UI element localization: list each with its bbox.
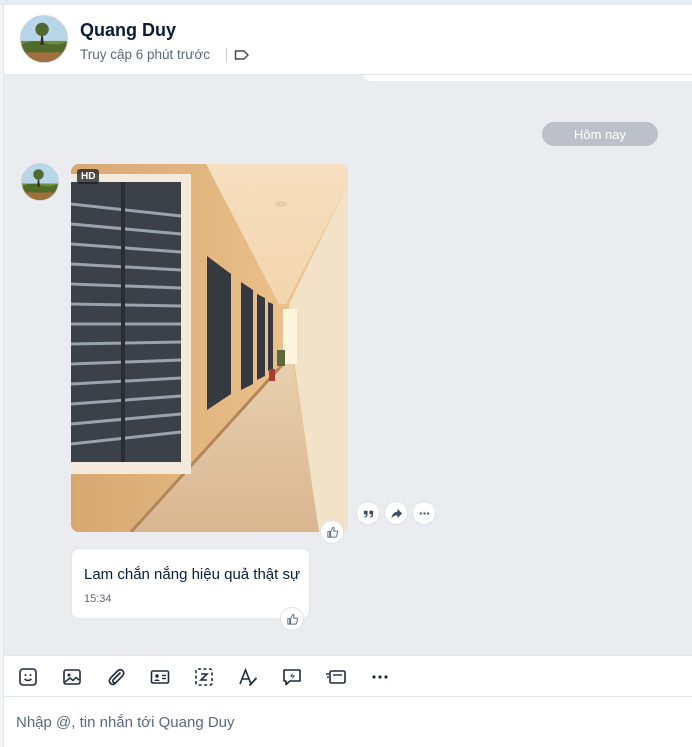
more-icon xyxy=(419,511,429,515)
message-composer xyxy=(4,698,692,747)
send-contact-card-button[interactable] xyxy=(148,665,172,689)
forward-icon xyxy=(390,508,402,518)
photo-message[interactable]: HD xyxy=(71,164,348,532)
screenshot-icon xyxy=(195,668,213,686)
forward-button[interactable] xyxy=(384,501,408,525)
composer-toolbar xyxy=(4,655,692,697)
thumbs-up-icon xyxy=(326,526,338,538)
contact-name[interactable]: Quang Duy xyxy=(80,20,176,41)
attach-file-button[interactable] xyxy=(104,665,128,689)
date-divider: Hôm nay xyxy=(542,122,658,146)
attachment-icon xyxy=(108,668,125,686)
avatar-image xyxy=(21,16,67,62)
thumbs-up-icon xyxy=(286,613,298,625)
text-message-bubble[interactable]: Lam chắn nắng hiệu quả thật sự 15:34 xyxy=(71,548,310,619)
image-icon xyxy=(63,669,81,685)
message-time: 15:34 xyxy=(84,593,112,605)
hd-badge: HD xyxy=(77,169,100,184)
card-button[interactable] xyxy=(324,665,348,689)
quote-button[interactable] xyxy=(356,501,380,525)
quick-message-button[interactable] xyxy=(280,665,304,689)
last-seen-status: Truy cập 6 phút trước xyxy=(80,47,210,62)
photo-like-button[interactable] xyxy=(320,520,344,544)
contact-avatar[interactable] xyxy=(20,15,68,63)
message-list[interactable]: Hôm nay HD Lam chắn nắng hiệu quả thật s… xyxy=(4,75,692,655)
screenshot-button[interactable] xyxy=(192,665,216,689)
text-format-icon xyxy=(239,667,257,686)
tag-icon[interactable] xyxy=(233,46,251,64)
chat-notch xyxy=(364,75,692,81)
corridor-photo xyxy=(71,164,348,532)
sticker-button[interactable] xyxy=(16,665,40,689)
card-icon xyxy=(326,670,346,684)
more-icon xyxy=(372,675,388,679)
more-tools-button[interactable] xyxy=(368,665,392,689)
message-input[interactable] xyxy=(16,708,676,736)
chat-header: Quang Duy Truy cập 6 phút trước xyxy=(4,5,692,75)
status-divider xyxy=(226,48,227,62)
send-image-button[interactable] xyxy=(60,665,84,689)
avatar-image xyxy=(22,164,58,200)
sender-avatar[interactable] xyxy=(21,163,59,201)
message-text: Lam chắn nắng hiệu quả thật sự xyxy=(84,566,301,583)
text-format-button[interactable] xyxy=(236,665,260,689)
message-like-button[interactable] xyxy=(280,607,304,631)
contact-card-icon xyxy=(150,670,170,684)
quick-message-icon xyxy=(283,669,301,686)
sticker-icon xyxy=(19,668,37,686)
more-actions-button[interactable] xyxy=(412,501,436,525)
quote-icon xyxy=(363,510,373,518)
